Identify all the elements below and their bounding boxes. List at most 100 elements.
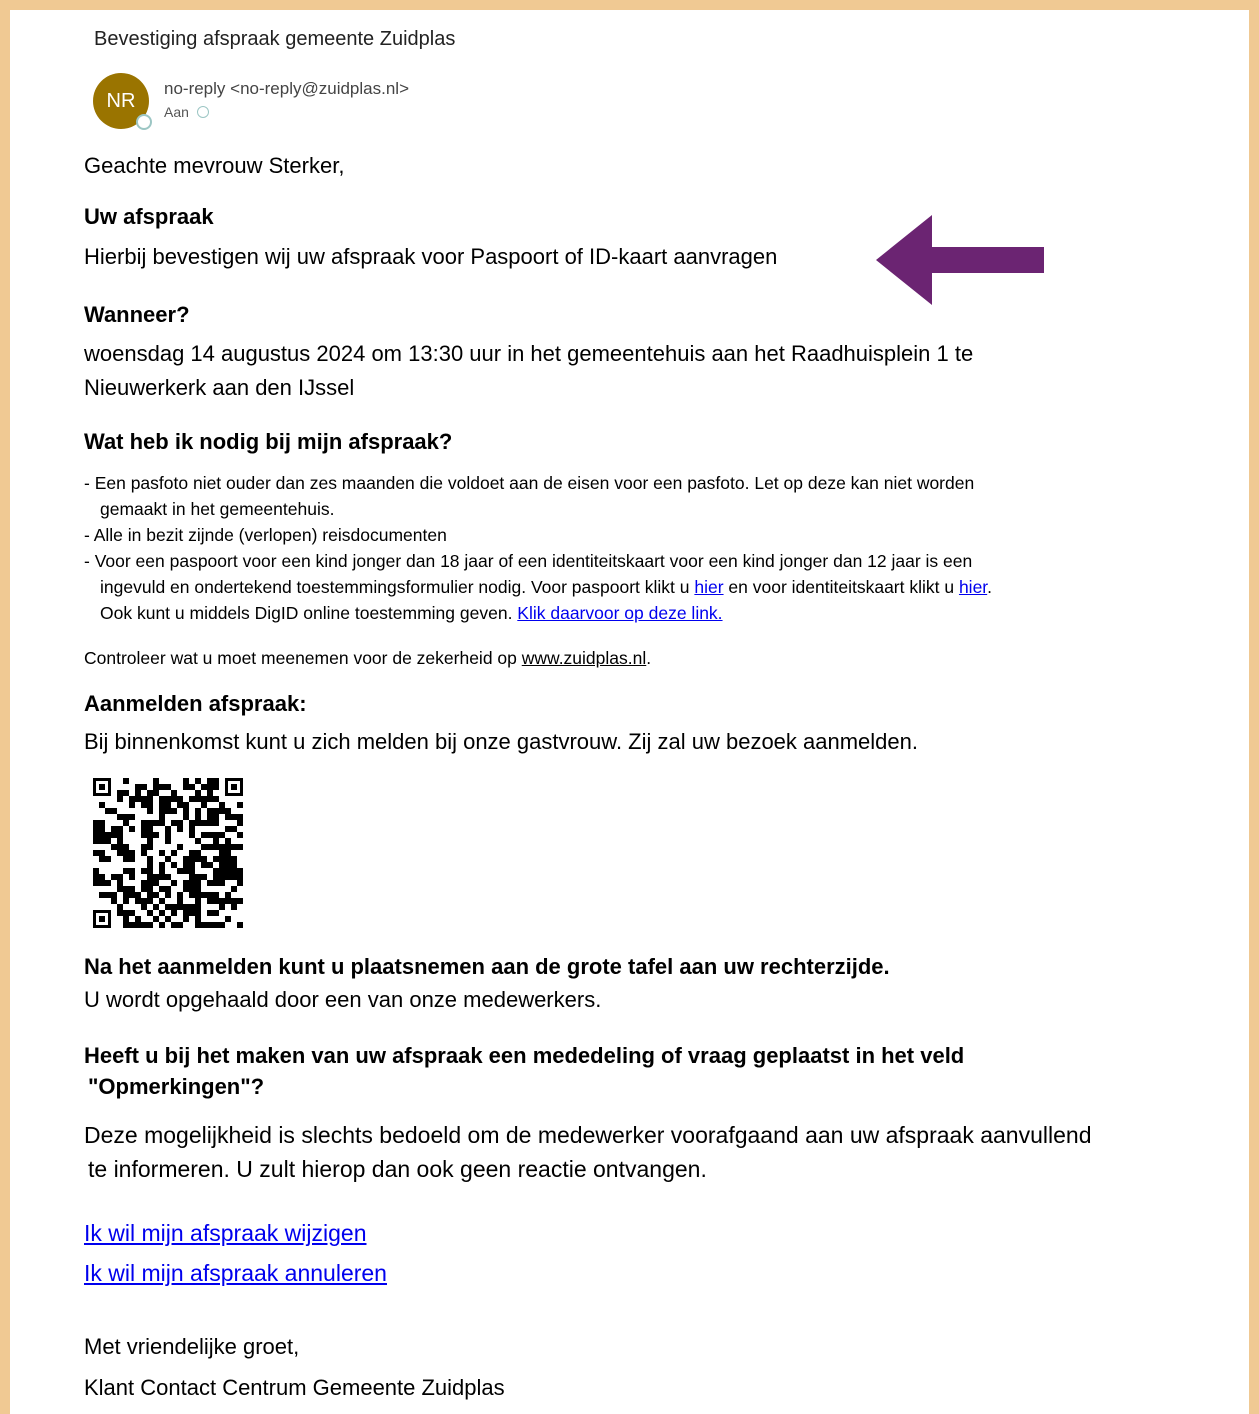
qr-module: [213, 892, 219, 898]
passport-consent-link[interactable]: hier: [694, 577, 723, 597]
qr-module: [213, 874, 219, 880]
qr-module: [225, 844, 231, 850]
zuidplas-website-link[interactable]: www.zuidplas.nl: [522, 648, 647, 668]
qr-module: [189, 796, 195, 802]
qr-module: [183, 886, 189, 892]
qr-module: [207, 796, 213, 802]
qr-module: [219, 808, 225, 814]
qr-module: [117, 838, 123, 844]
qr-module: [141, 802, 147, 808]
sender-address[interactable]: no-reply <no-reply@zuidplas.nl>: [164, 79, 409, 99]
check-text: Controleer wat u moet meenemen voor de z…: [84, 648, 522, 668]
id-card-consent-link[interactable]: hier: [959, 577, 987, 597]
qr-module: [183, 904, 189, 910]
appointment-heading: Uw afspraak: [84, 204, 214, 229]
need-heading: Wat heb ik nodig bij mijn afspraak?: [84, 429, 453, 454]
qr-module: [141, 868, 147, 874]
qr-module: [177, 820, 183, 826]
qr-module: [123, 886, 129, 892]
digid-consent-link[interactable]: Klik daarvoor op deze link.: [517, 603, 722, 623]
qr-module: [195, 880, 201, 886]
qr-module: [99, 832, 105, 838]
qr-module: [201, 832, 207, 838]
qr-module: [147, 820, 153, 826]
qr-module: [117, 844, 123, 850]
qr-module: [129, 826, 135, 832]
qr-module: [165, 856, 171, 862]
qr-module: [201, 820, 207, 826]
qr-module: [135, 790, 141, 796]
presence-status-icon: [136, 114, 152, 130]
qr-module: [231, 868, 237, 874]
qr-module: [189, 868, 195, 874]
qr-module: [207, 784, 213, 790]
qr-module: [99, 850, 105, 856]
qr-module: [105, 832, 111, 838]
qr-module: [147, 874, 153, 880]
qr-module: [147, 886, 153, 892]
when-line-2: Nieuwerkerk aan den IJssel: [84, 375, 355, 400]
qr-module: [219, 844, 225, 850]
cancel-appointment-link[interactable]: Ik wil mijn afspraak annuleren: [84, 1260, 387, 1287]
qr-module: [99, 820, 105, 826]
qr-module: [117, 832, 123, 838]
qr-module: [93, 838, 99, 844]
qr-module: [153, 832, 159, 838]
qr-module: [159, 784, 165, 790]
qr-module: [219, 832, 225, 838]
qr-module: [153, 820, 159, 826]
qr-module: [201, 892, 207, 898]
qr-module: [153, 790, 159, 796]
qr-module: [219, 856, 225, 862]
after-text: U wordt opgehaald door een van onze mede…: [84, 987, 602, 1012]
qr-module: [195, 910, 201, 916]
qr-module: [189, 856, 195, 862]
qr-module: [171, 850, 177, 856]
qr-module: [93, 826, 99, 832]
qr-module: [123, 910, 129, 916]
qr-module: [129, 892, 135, 898]
qr-module: [237, 868, 243, 874]
recipient-row: Aan: [164, 104, 209, 120]
qr-module: [165, 874, 171, 880]
qr-module: [141, 922, 147, 928]
register-heading: Aanmelden afspraak:: [84, 691, 307, 716]
qr-module: [153, 874, 159, 880]
qr-module: [195, 814, 201, 820]
qr-module: [141, 904, 147, 910]
qr-module: [219, 850, 225, 856]
qr-module: [195, 808, 201, 814]
qr-module: [177, 922, 183, 928]
qr-module: [195, 838, 201, 844]
qr-module: [129, 886, 135, 892]
qr-module: [171, 808, 177, 814]
change-appointment-link[interactable]: Ik wil mijn afspraak wijzigen: [84, 1220, 366, 1247]
qr-module: [111, 898, 117, 904]
qr-module: [207, 898, 213, 904]
qr-module: [237, 880, 243, 886]
qr-module: [153, 892, 159, 898]
qr-module: [207, 922, 213, 928]
qr-module: [237, 802, 243, 808]
qr-module: [213, 808, 219, 814]
qr-module: [195, 850, 201, 856]
qr-module: [111, 874, 117, 880]
qr-module: [129, 874, 135, 880]
qr-module: [129, 802, 135, 808]
qr-module: [195, 904, 201, 910]
qr-module: [165, 802, 171, 808]
qr-module: [219, 862, 225, 868]
to-label: Aan: [164, 104, 189, 120]
qr-module: [123, 922, 129, 928]
qr-module: [171, 796, 177, 802]
qr-module: [231, 874, 237, 880]
qr-module: [207, 880, 213, 886]
qr-module: [213, 844, 219, 850]
qr-module: [111, 844, 117, 850]
qr-module: [189, 874, 195, 880]
qr-module: [147, 832, 153, 838]
qr-module: [117, 790, 123, 796]
qr-module: [129, 796, 135, 802]
recipient-presence-icon[interactable]: [196, 106, 209, 118]
consent-text-c: .: [987, 577, 993, 597]
